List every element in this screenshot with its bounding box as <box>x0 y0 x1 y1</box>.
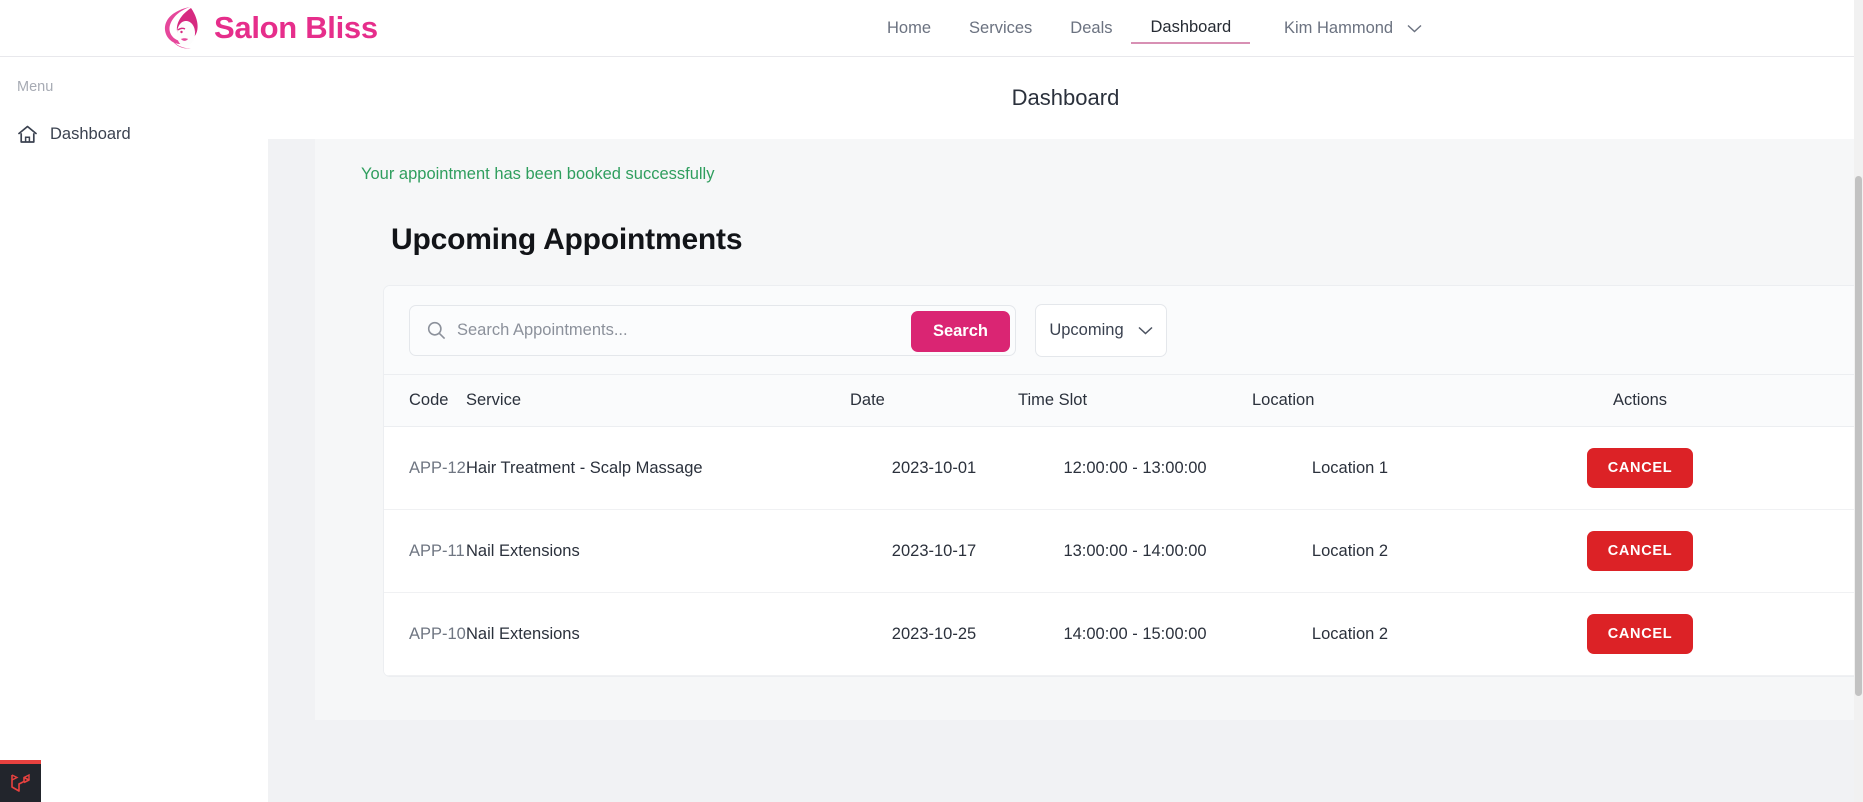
status-filter-value: Upcoming <box>1049 320 1124 339</box>
cell-location: Location 2 <box>1252 509 1448 593</box>
appointments-card: Search Upcoming Code Service Date Time S… <box>383 285 1863 677</box>
brand-logo-link[interactable]: Salon Bliss <box>160 5 378 51</box>
cell-service: Nail Extensions <box>466 509 850 593</box>
laravel-logo-icon <box>10 773 30 792</box>
nav-link-home[interactable]: Home <box>868 13 950 44</box>
cell-date: 2023-10-01 <box>850 426 1018 510</box>
appointments-table: Code Service Date Time Slot Location Act… <box>384 374 1862 676</box>
cell-actions: CANCEL <box>1448 592 1862 676</box>
sidebar-heading: Menu <box>17 79 54 95</box>
search-icon <box>427 321 446 339</box>
column-header-actions: Actions <box>1612 391 1668 409</box>
table-row: APP-10 Nail Extensions 2023-10-25 14:00:… <box>384 592 1862 676</box>
cancel-appointment-button[interactable]: CANCEL <box>1586 614 1694 654</box>
content-panel: Your appointment has been booked success… <box>315 139 1863 720</box>
cell-actions: CANCEL <box>1448 426 1862 510</box>
table-row: APP-12 Hair Treatment - Scalp Massage 20… <box>384 426 1862 510</box>
sidebar: Menu Dashboard <box>0 57 268 802</box>
cancel-appointment-button[interactable]: CANCEL <box>1586 531 1694 571</box>
cell-time-slot: 12:00:00 - 13:00:00 <box>1018 426 1252 510</box>
cell-service: Nail Extensions <box>466 592 850 676</box>
section-title: Upcoming Appointments <box>391 223 743 256</box>
appointments-toolbar: Search Upcoming <box>384 286 1862 374</box>
sidebar-item-dashboard[interactable]: Dashboard <box>0 117 268 152</box>
cell-location: Location 1 <box>1252 426 1448 510</box>
nav-link-dashboard[interactable]: Dashboard <box>1131 12 1251 44</box>
nav-link-services[interactable]: Services <box>950 13 1051 44</box>
cell-location: Location 2 <box>1252 592 1448 676</box>
user-name: Kim Hammond <box>1284 18 1394 37</box>
search-input[interactable] <box>410 305 890 355</box>
cell-code: APP-11 <box>384 509 466 593</box>
top-navbar: Salon Bliss Home Services Deals Dashboar… <box>0 0 1863 57</box>
main-content: Dashboard Your appointment has been book… <box>268 57 1863 802</box>
laravel-debugbar-toggle[interactable] <box>0 760 41 802</box>
chevron-down-icon <box>1407 24 1422 32</box>
cancel-appointment-button[interactable]: CANCEL <box>1586 448 1694 488</box>
cell-date: 2023-10-17 <box>850 509 1018 593</box>
table-body: APP-12 Hair Treatment - Scalp Massage 20… <box>384 426 1862 676</box>
cell-date: 2023-10-25 <box>850 592 1018 676</box>
column-header-location: Location <box>1252 391 1315 409</box>
cell-code: APP-12 <box>384 426 466 510</box>
page-scrollbar-track[interactable] <box>1854 0 1863 802</box>
table-header-row: Code Service Date Time Slot Location Act… <box>384 374 1862 427</box>
sidebar-item-label: Dashboard <box>50 125 131 143</box>
search-container: Search <box>409 304 1016 356</box>
cell-time-slot: 14:00:00 - 15:00:00 <box>1018 592 1252 676</box>
salon-woman-logo-icon <box>164 7 198 49</box>
page-scrollbar-thumb[interactable] <box>1855 176 1862 696</box>
home-icon <box>18 125 37 143</box>
column-header-time-slot: Time Slot <box>1018 391 1088 409</box>
cell-service: Hair Treatment - Scalp Massage <box>466 426 850 510</box>
table-row: APP-11 Nail Extensions 2023-10-17 13:00:… <box>384 509 1862 593</box>
column-header-date: Date <box>850 391 885 409</box>
primary-nav: Home Services Deals Dashboard <box>868 12 1251 44</box>
cell-actions: CANCEL <box>1448 509 1862 593</box>
nav-link-deals[interactable]: Deals <box>1051 13 1131 44</box>
cell-code: APP-10 <box>384 592 466 676</box>
column-header-code: Code <box>409 391 449 409</box>
chevron-down-icon <box>1138 326 1153 335</box>
status-filter-dropdown[interactable]: Upcoming <box>1035 303 1167 357</box>
search-button[interactable]: Search <box>910 310 1010 352</box>
brand-name: Salon Bliss <box>214 10 378 45</box>
flash-success-message: Your appointment has been booked success… <box>361 165 715 183</box>
table-header: Code Service Date Time Slot Location Act… <box>384 374 1862 427</box>
cell-time-slot: 13:00:00 - 14:00:00 <box>1018 509 1252 593</box>
page-title: Dashboard <box>268 57 1863 139</box>
user-menu-dropdown[interactable]: Kim Hammond <box>1284 19 1422 38</box>
column-header-service: Service <box>466 391 522 409</box>
